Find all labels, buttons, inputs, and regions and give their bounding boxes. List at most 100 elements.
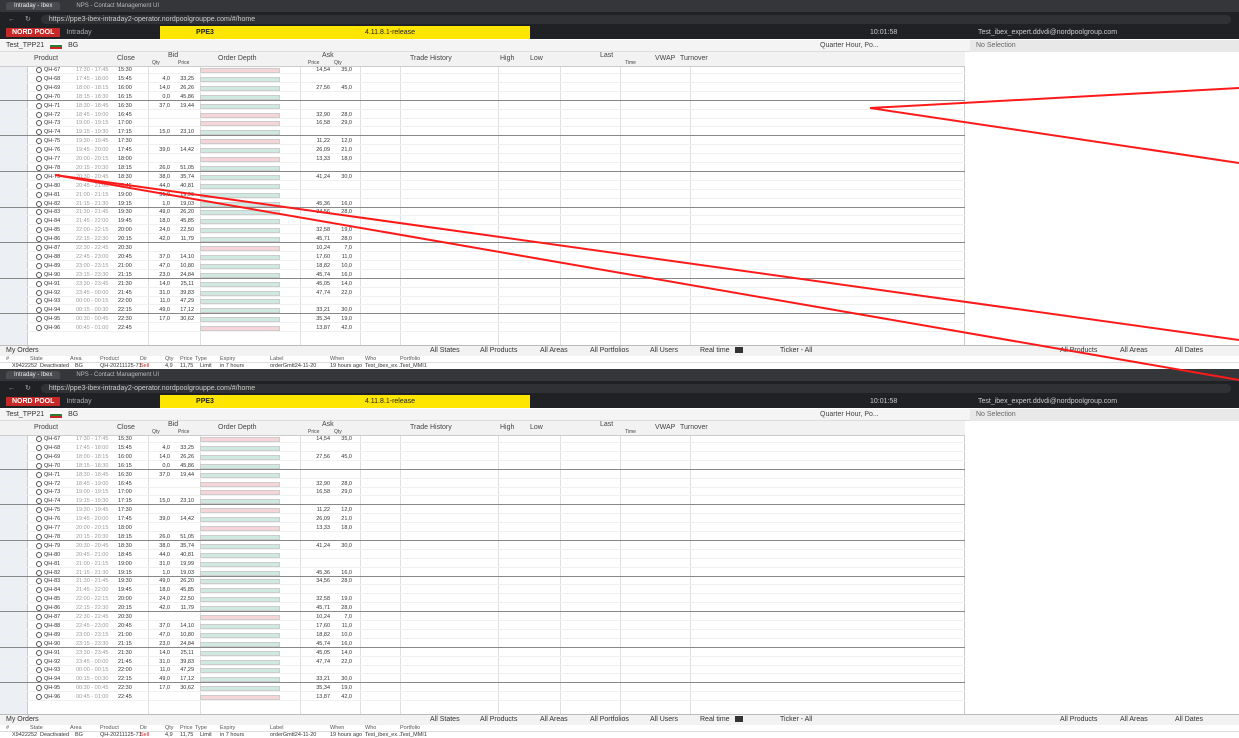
ask-qty[interactable]: 22,0 — [332, 659, 352, 666]
ask-price[interactable]: 33,21 — [308, 307, 330, 314]
ticker-title[interactable]: Ticker - All — [780, 347, 812, 354]
table-row[interactable]: QH-69 18:00 - 18:15 16:00 14,0 26,26 27,56 45,… — [0, 453, 965, 461]
ask-price[interactable]: 13,87 — [308, 325, 330, 332]
table-row[interactable]: QH-73 19:00 - 19:15 17:00 16,58 29,0 — [0, 489, 965, 497]
product-radio[interactable] — [36, 516, 42, 523]
user-email[interactable]: Test_ibex_expert.ddvdi@nordpoolgroup.com — [978, 398, 1117, 405]
bid-qty[interactable]: 18,0 — [150, 587, 170, 594]
table-row[interactable]: QH-70 18:15 - 18:30 16:15 0,0 45,86 — [0, 93, 965, 101]
ask-qty[interactable]: 35,0 — [332, 67, 352, 74]
filter-products[interactable]: All Products — [480, 347, 517, 354]
bid-qty[interactable]: 31,0 — [150, 192, 170, 199]
ask-qty[interactable]: 30,0 — [332, 543, 352, 550]
table-row[interactable]: QH-79 20:30 - 20:45 18:30 38,0 35,74 41,24 30,… — [0, 542, 965, 550]
bid-price[interactable]: 35,74 — [172, 174, 194, 181]
bid-price[interactable]: 24,84 — [172, 272, 194, 279]
table-row[interactable]: QH-81 21:00 - 21:15 19:00 31,0 19,99 — [0, 560, 965, 568]
bid-qty[interactable]: 39,0 — [150, 516, 170, 523]
table-row[interactable]: QH-76 19:45 - 20:00 17:45 39,0 14,42 26,09 21,… — [0, 516, 965, 524]
order-row[interactable]: X9422252 Deactivated BG QH-20211125-71 Sell 4… — [0, 732, 1239, 738]
table-row[interactable]: QH-74 19:15 - 19:30 17:15 15,0 23,10 — [0, 129, 965, 137]
table-row[interactable]: QH-74 19:15 - 19:30 17:15 15,0 23,10 — [0, 498, 965, 506]
table-row[interactable]: QH-87 22:30 - 22:45 20:30 10,24 7,0 — [0, 245, 965, 252]
bid-qty[interactable]: 47,0 — [150, 263, 170, 270]
col-bid[interactable]: Bid — [168, 421, 178, 428]
product-radio[interactable] — [36, 218, 42, 225]
bid-price[interactable]: 14,42 — [172, 147, 194, 154]
filter-products[interactable]: All Products — [480, 716, 517, 723]
table-row[interactable]: QH-69 18:00 - 18:15 16:00 14,0 26,26 27,56 45,… — [0, 84, 965, 92]
ask-price[interactable]: 32,90 — [308, 481, 330, 488]
table-row[interactable]: QH-82 21:15 - 21:30 19:15 1,0 19,03 45,36 16,0 — [0, 569, 965, 577]
ask-price[interactable]: 45,05 — [308, 650, 330, 657]
table-row[interactable]: QH-90 23:15 - 23:30 21:15 23,0 24,84 45,74 16,… — [0, 640, 965, 648]
product-radio[interactable] — [36, 525, 42, 531]
filter-users[interactable]: All Users — [650, 716, 678, 723]
filter-portfolios[interactable]: All Portfolios — [590, 716, 629, 723]
table-row[interactable]: QH-89 23:00 - 23:15 21:00 47,0 10,80 18,82 10,… — [0, 262, 965, 270]
my-orders-title[interactable]: My Orders — [6, 347, 39, 354]
product-radio[interactable] — [36, 533, 42, 540]
table-row[interactable]: QH-91 23:30 - 23:45 21:30 14,0 25,11 45,05 14,… — [0, 280, 965, 288]
ask-price[interactable]: 32,58 — [308, 596, 330, 603]
bid-price[interactable]: 23,10 — [172, 498, 194, 505]
ask-price[interactable]: 10,24 — [308, 245, 330, 252]
ask-price[interactable]: 35,34 — [308, 685, 330, 692]
ask-price[interactable]: 41,24 — [308, 543, 330, 550]
col-product[interactable]: Product — [34, 424, 58, 431]
col-product[interactable]: Product — [34, 55, 58, 62]
bid-qty[interactable]: 49,0 — [150, 307, 170, 314]
product-radio[interactable] — [36, 640, 42, 647]
bid-price[interactable]: 11,79 — [172, 236, 194, 243]
product-radio[interactable] — [36, 614, 42, 620]
col-last[interactable]: Last — [600, 421, 613, 428]
url-field[interactable]: https://ppe3-ibex-intraday2-operator.nor… — [40, 383, 1231, 393]
table-row[interactable]: QH-81 21:00 - 21:15 19:00 31,0 19,99 — [0, 191, 965, 199]
portfolio-select[interactable]: Test_TPP21 — [6, 411, 44, 418]
product-radio[interactable] — [36, 156, 42, 162]
ask-qty[interactable]: 30,0 — [332, 174, 352, 181]
ask-qty[interactable]: 30,0 — [332, 676, 352, 683]
ask-qty[interactable]: 28,0 — [332, 112, 352, 119]
bid-qty[interactable]: 14,0 — [150, 650, 170, 657]
product-radio[interactable] — [36, 489, 42, 496]
ask-price[interactable]: 41,24 — [308, 174, 330, 181]
bid-price[interactable]: 25,11 — [172, 281, 194, 288]
reload-icon[interactable]: ↻ — [25, 384, 31, 392]
ask-price[interactable]: 27,56 — [308, 85, 330, 92]
product-radio[interactable] — [36, 67, 42, 73]
ask-qty[interactable]: 45,0 — [332, 454, 352, 461]
ask-price[interactable]: 33,21 — [308, 676, 330, 683]
ask-price[interactable]: 16,58 — [308, 489, 330, 496]
realtime-icon[interactable] — [735, 347, 743, 353]
table-row[interactable]: QH-75 19:30 - 19:45 17:30 11,22 12,0 — [0, 138, 965, 146]
product-radio[interactable] — [36, 289, 42, 296]
bid-qty[interactable]: 17,0 — [150, 685, 170, 692]
bid-price[interactable]: 47,29 — [172, 667, 194, 674]
table-row[interactable]: QH-94 00:15 - 00:30 22:15 49,0 17,12 33,21 30,… — [0, 307, 965, 315]
filter-users[interactable]: All Users — [650, 347, 678, 354]
table-row[interactable]: QH-68 17:45 - 18:00 15:45 4,0 33,25 — [0, 444, 965, 452]
orders-col[interactable]: Dir — [140, 356, 147, 362]
table-row[interactable]: QH-89 23:00 - 23:15 21:00 47,0 10,80 18,82 10,… — [0, 631, 965, 639]
product-radio[interactable] — [36, 316, 42, 323]
bid-price[interactable]: 39,83 — [172, 290, 194, 297]
ask-price[interactable]: 34,56 — [308, 209, 330, 216]
col-high[interactable]: High — [500, 424, 514, 431]
ask-price[interactable]: 26,09 — [308, 516, 330, 523]
table-row[interactable]: QH-84 21:45 - 22:00 19:45 18,0 45,85 — [0, 218, 965, 226]
view-filter-select[interactable]: Quarter Hour, Po... — [820, 42, 879, 49]
product-radio[interactable] — [36, 253, 42, 260]
ask-price[interactable]: 18,82 — [308, 263, 330, 270]
ask-price[interactable]: 17,60 — [308, 254, 330, 261]
ask-price[interactable]: 13,87 — [308, 694, 330, 701]
bid-qty[interactable]: 24,0 — [150, 596, 170, 603]
bid-qty[interactable]: 31,0 — [150, 561, 170, 568]
ask-price[interactable]: 45,74 — [308, 641, 330, 648]
bid-price[interactable]: 33,25 — [172, 76, 194, 83]
table-row[interactable]: QH-86 22:15 - 22:30 20:15 42,0 11,79 45,71 28,… — [0, 605, 965, 613]
product-radio[interactable] — [36, 147, 42, 154]
bid-price[interactable]: 40,81 — [172, 183, 194, 190]
product-radio[interactable] — [36, 138, 42, 145]
table-row[interactable]: QH-87 22:30 - 22:45 20:30 10,24 7,0 — [0, 614, 965, 621]
